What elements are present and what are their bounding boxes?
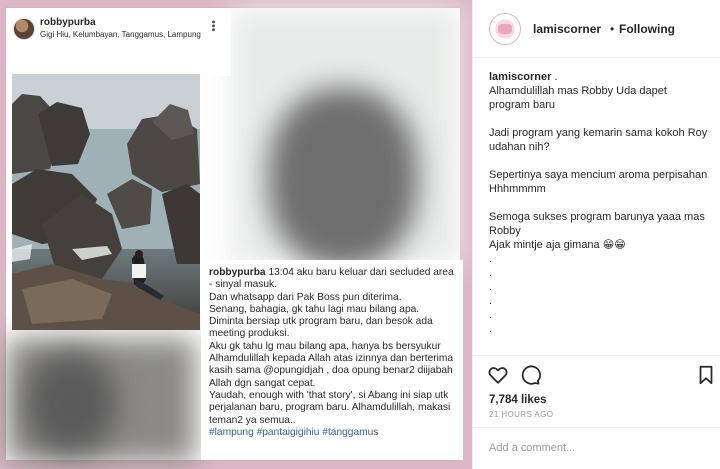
caption-paragraph: Semoga sukses program barunya yaaa mas R… [489, 211, 705, 251]
post-details-panel: lamiscorner • Following lamiscorner . Al… [472, 0, 720, 469]
add-comment-input[interactable] [489, 440, 699, 456]
post-timestamp[interactable]: 21 HOURS AGO [489, 410, 553, 419]
comment-box [473, 427, 720, 466]
coastal-rocks-photo [12, 74, 200, 330]
caption-dot: . [489, 309, 493, 321]
caption-paragraph: Jadi program yang kemarin sama kokoh Roy… [489, 127, 708, 153]
heart-icon[interactable] [487, 364, 509, 386]
embedded-caption-line: Dan whatsapp dari Pak Boss pun diterima. [209, 291, 402, 303]
header-separator: • [610, 22, 615, 36]
embedded-caption-username: robbypurba [209, 267, 266, 278]
more-vertical-icon: ••• [207, 20, 219, 32]
likes-count[interactable]: 7,784 likes [489, 394, 547, 406]
caption-dot: . [489, 295, 493, 307]
comment-icon[interactable] [519, 364, 541, 386]
embedded-caption-line: Aku gk tahu lg mau bilang apa, hanya bs … [209, 340, 454, 389]
caption-dot: . [489, 323, 493, 335]
caption-dot: . [489, 281, 493, 293]
embedded-caption-line: Yaudah, enough with 'that story', si Aba… [209, 389, 451, 426]
embedded-hashtags[interactable]: #lampung #pantaigigihiu #tanggamus [209, 427, 457, 439]
screenshot-frame: robbypurba Gigi Hiu, Kelumbayan, Tanggam… [6, 8, 463, 463]
embedded-location: Gigi Hiu, Kelumbayan, Tanggamus, Lampung [40, 30, 201, 39]
caption-dot: . [489, 267, 493, 279]
caption-username[interactable]: lamiscorner [489, 71, 551, 83]
caption-paragraph: Alhamdulillah mas Robby Uda dapet progra… [489, 85, 667, 111]
bookmark-icon[interactable] [695, 364, 717, 386]
following-button[interactable]: Following [619, 22, 675, 36]
embedded-caption: robbypurba 13:04 aku baru keluar dari se… [201, 260, 463, 460]
embedded-username: robbypurba [40, 17, 96, 28]
account-username[interactable]: lamiscorner [533, 22, 601, 36]
rocks-illustration [12, 74, 200, 330]
caption-dot: . [489, 253, 493, 265]
post-image[interactable]: robbypurba Gigi Hiu, Kelumbayan, Tanggam… [0, 0, 472, 469]
embedded-post-header: robbypurba Gigi Hiu, Kelumbayan, Tanggam… [6, 8, 231, 76]
embedded-caption-line: Senang, bahagia, gk tahu lagi mau bilang… [209, 303, 420, 315]
post-header: lamiscorner • Following [473, 0, 720, 58]
caption-username-suffix: . [551, 71, 558, 83]
avatar [13, 18, 35, 40]
post-actions: 7,784 likes 21 HOURS AGO [473, 355, 720, 465]
caption-paragraph: Sepertinya saya mencium aroma perpisahan… [489, 169, 708, 195]
embedded-caption-line: Diminta bersiap utk program baru, dan be… [209, 316, 433, 340]
post-caption: lamiscorner . Alhamdulillah mas Robby Ud… [489, 70, 709, 352]
account-avatar[interactable] [489, 13, 521, 45]
